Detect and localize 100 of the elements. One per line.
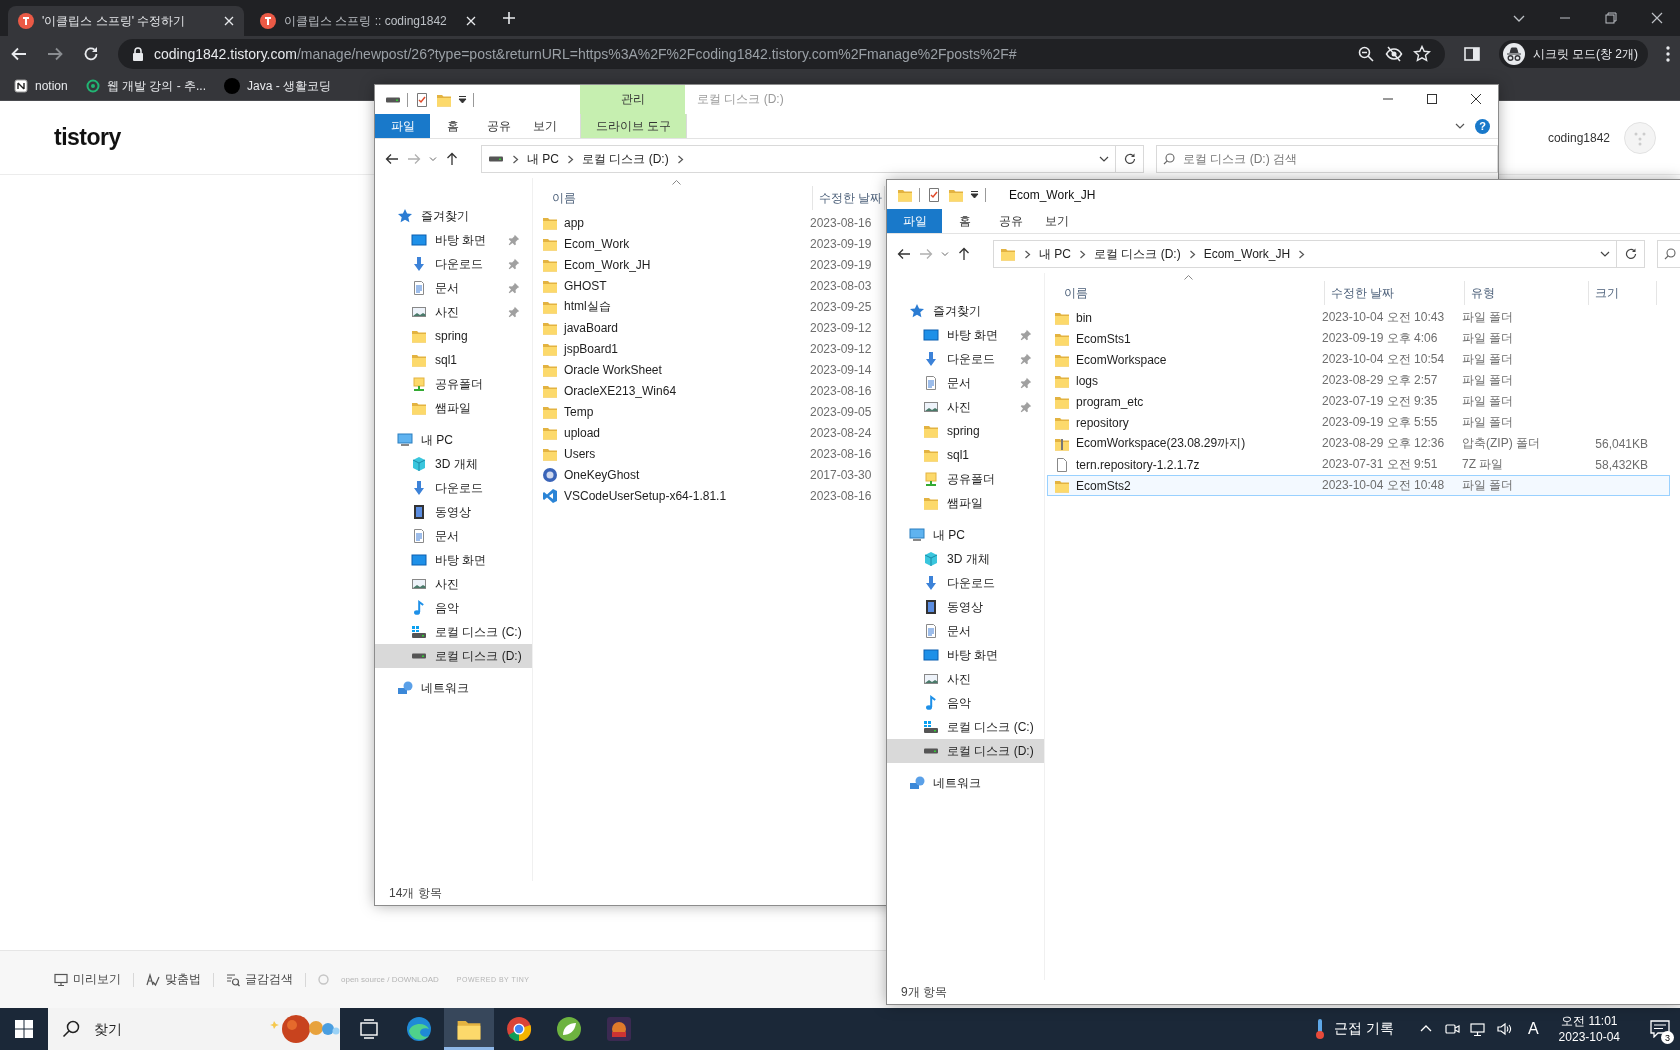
pin-icon[interactable]	[508, 258, 520, 270]
nav-item[interactable]: 공유폴더	[375, 372, 532, 396]
nav-item[interactable]: 바탕 화면	[887, 323, 1044, 347]
nav-item[interactable]: 문서	[887, 371, 1044, 395]
file-row[interactable]: Oracle WorkSheet 2023-09-14	[535, 359, 877, 380]
dropdown-icon[interactable]	[1600, 249, 1610, 259]
nav-item[interactable]: 내 PC	[375, 428, 532, 452]
nav-item[interactable]: 바탕 화면	[375, 228, 532, 252]
breadcrumb-item[interactable]: 내 PC	[1039, 245, 1071, 263]
column-header[interactable]: 크기	[1589, 281, 1657, 305]
file-row[interactable]: Ecom_Work_JH 2023-09-19	[535, 254, 877, 275]
chevron-down-icon[interactable]	[1455, 121, 1465, 131]
back-icon[interactable]	[385, 152, 399, 166]
nav-item[interactable]: 로컬 디스크 (D:)	[375, 644, 532, 668]
nav-item[interactable]: 내 PC	[887, 523, 1044, 547]
nav-item[interactable]: 동영상	[375, 500, 532, 524]
chevron-right-icon[interactable]	[512, 154, 519, 164]
breadcrumb-item[interactable]: 로컬 디스크 (D:)	[582, 150, 669, 168]
nav-item[interactable]: 네트워크	[375, 676, 532, 700]
checklist-icon[interactable]	[926, 186, 942, 203]
nav-item[interactable]: sql1	[887, 443, 1044, 467]
ribbon-tab[interactable]: 공유	[988, 209, 1034, 233]
nav-item[interactable]: 네트워크	[887, 771, 1044, 795]
file-row[interactable]: bin 2023-10-04 오전 10:43 파일 폴더	[1047, 307, 1670, 328]
file-row[interactable]: app 2023-08-16	[535, 212, 877, 233]
close-icon[interactable]	[1471, 94, 1481, 104]
file-row[interactable]: Temp 2023-09-05	[535, 401, 877, 422]
nav-item[interactable]: 다운로드	[887, 347, 1044, 371]
address-bar[interactable]: 내 PC 로컬 디스크 (D:) Ecom_Work_JH	[993, 240, 1617, 268]
restore-icon[interactable]	[1605, 12, 1617, 24]
pin-icon[interactable]	[508, 282, 520, 294]
column-header[interactable]: 수정한 날짜	[813, 186, 885, 210]
up-icon[interactable]	[957, 247, 971, 261]
nav-item[interactable]: 다운로드	[375, 476, 532, 500]
column-header[interactable]: 이름	[533, 186, 813, 210]
file-row[interactable]: GHOST 2023-08-03	[535, 275, 877, 296]
ribbon-tab[interactable]: 홈	[430, 114, 476, 138]
camera-icon[interactable]	[1443, 1021, 1460, 1037]
file-row[interactable]: OneKeyGhost 2017-03-30	[535, 464, 877, 485]
sidebar-icon[interactable]	[1462, 45, 1481, 63]
menu-icon[interactable]	[1666, 46, 1670, 62]
forward-icon[interactable]	[46, 45, 64, 63]
nav-item[interactable]: 쌤파일	[375, 396, 532, 420]
column-header[interactable]: 유형	[1465, 281, 1589, 305]
file-row[interactable]: EcomWorkspace 2023-10-04 오전 10:54 파일 폴더	[1047, 349, 1670, 370]
file-row[interactable]: EcomWorkspace(23.08.29까지) 2023-08-29 오후 12:36 압축(ZIP) 폴더 56,041KB	[1047, 433, 1670, 454]
nav-item[interactable]: 사진	[375, 300, 532, 324]
clock[interactable]: 오전 11:01 2023-10-04	[1558, 1013, 1620, 1045]
pin-icon[interactable]	[508, 234, 520, 246]
column-header[interactable]: 이름	[1045, 281, 1325, 305]
volume-icon[interactable]	[1495, 1021, 1512, 1037]
nav-item[interactable]: 로컬 디스크 (C:)	[887, 715, 1044, 739]
nav-item[interactable]: 3D 개체	[375, 452, 532, 476]
address-bar[interactable]: coding1842.tistory.com/manage/newpost/26?type=post&returnURL=https%3A%2F%2Fcoding1842.tistory.com%2Fmanage%2Fposts%2F#	[118, 39, 1445, 69]
file-row[interactable]: tern.repository-1.2.1.7z 2023-07-31 오전 9:51 7Z 파일 58,432KB	[1047, 454, 1670, 475]
nav-item[interactable]: 사진	[887, 395, 1044, 419]
weather-widget[interactable]: 근접 기록	[1314, 1018, 1394, 1040]
file-row[interactable]: Ecom_Work 2023-09-19	[535, 233, 877, 254]
file-row[interactable]: EcomSts1 2023-09-19 오후 4:06 파일 폴더	[1047, 328, 1670, 349]
user-name[interactable]: coding1842	[1547, 130, 1610, 145]
ribbon-tab[interactable]: 보기	[1034, 209, 1080, 233]
back-icon[interactable]	[10, 45, 28, 63]
browser-tab[interactable]: '이클립스 스프링' 수정하기	[8, 6, 244, 36]
search-field[interactable]: 찾기	[92, 1020, 258, 1038]
pin-icon[interactable]	[1020, 377, 1032, 389]
file-row[interactable]: Users 2023-08-16	[535, 443, 877, 464]
network-icon[interactable]	[1469, 1021, 1486, 1037]
breadcrumb-item[interactable]: 로컬 디스크 (D:)	[1094, 245, 1181, 263]
dropdown-icon[interactable]	[970, 190, 979, 199]
taskbar-app[interactable]	[444, 1008, 494, 1050]
nav-item[interactable]: 로컬 디스크 (D:)	[887, 739, 1044, 763]
toolbar-button[interactable]: 글감검색	[226, 971, 293, 988]
pin-icon[interactable]	[508, 306, 520, 318]
file-row[interactable]: program_etc 2023-07-19 오전 9:35 파일 폴더	[1047, 391, 1670, 412]
file-row[interactable]: EcomSts2 2023-10-04 오전 10:48 파일 폴더	[1047, 475, 1670, 496]
file-row[interactable]: javaBoard 2023-09-12	[535, 317, 877, 338]
chevron-right-icon[interactable]	[1079, 249, 1086, 259]
refresh-button[interactable]	[1617, 240, 1645, 268]
back-icon[interactable]	[897, 247, 911, 261]
nav-item[interactable]: 음악	[887, 691, 1044, 715]
nav-item[interactable]: 즐겨찾기	[887, 299, 1044, 323]
nav-item[interactable]: 다운로드	[375, 252, 532, 276]
toolbar-button[interactable]: 미리보기	[54, 971, 121, 988]
nav-item[interactable]: 음악	[375, 596, 532, 620]
eye-off-icon[interactable]	[1384, 45, 1403, 63]
nav-item[interactable]: 문서	[375, 276, 532, 300]
bookmark-star-icon[interactable]	[1412, 45, 1431, 63]
reload-icon[interactable]	[82, 45, 100, 63]
pin-icon[interactable]	[1020, 353, 1032, 365]
input-method-indicator[interactable]: A	[1527, 1020, 1539, 1038]
help-button[interactable]: ?	[1475, 118, 1490, 134]
ribbon-tab[interactable]: 보기	[522, 114, 568, 138]
notification-button[interactable]: 3	[1640, 1008, 1680, 1050]
bookmark[interactable]: 웹 개발 강의 - 추...	[85, 77, 207, 95]
search-box[interactable]: 로컬 디스크 (D:) 검색	[1156, 145, 1498, 173]
chevron-right-icon[interactable]	[567, 154, 574, 164]
chevron-right-icon[interactable]	[1188, 249, 1196, 259]
search-field[interactable]: 로컬 디스크 (D:) 검색	[1183, 150, 1497, 168]
file-row[interactable]: html실습 2023-09-25	[535, 296, 877, 317]
profile-button[interactable]: 시크릿 모드(창 2개)	[1498, 40, 1648, 68]
